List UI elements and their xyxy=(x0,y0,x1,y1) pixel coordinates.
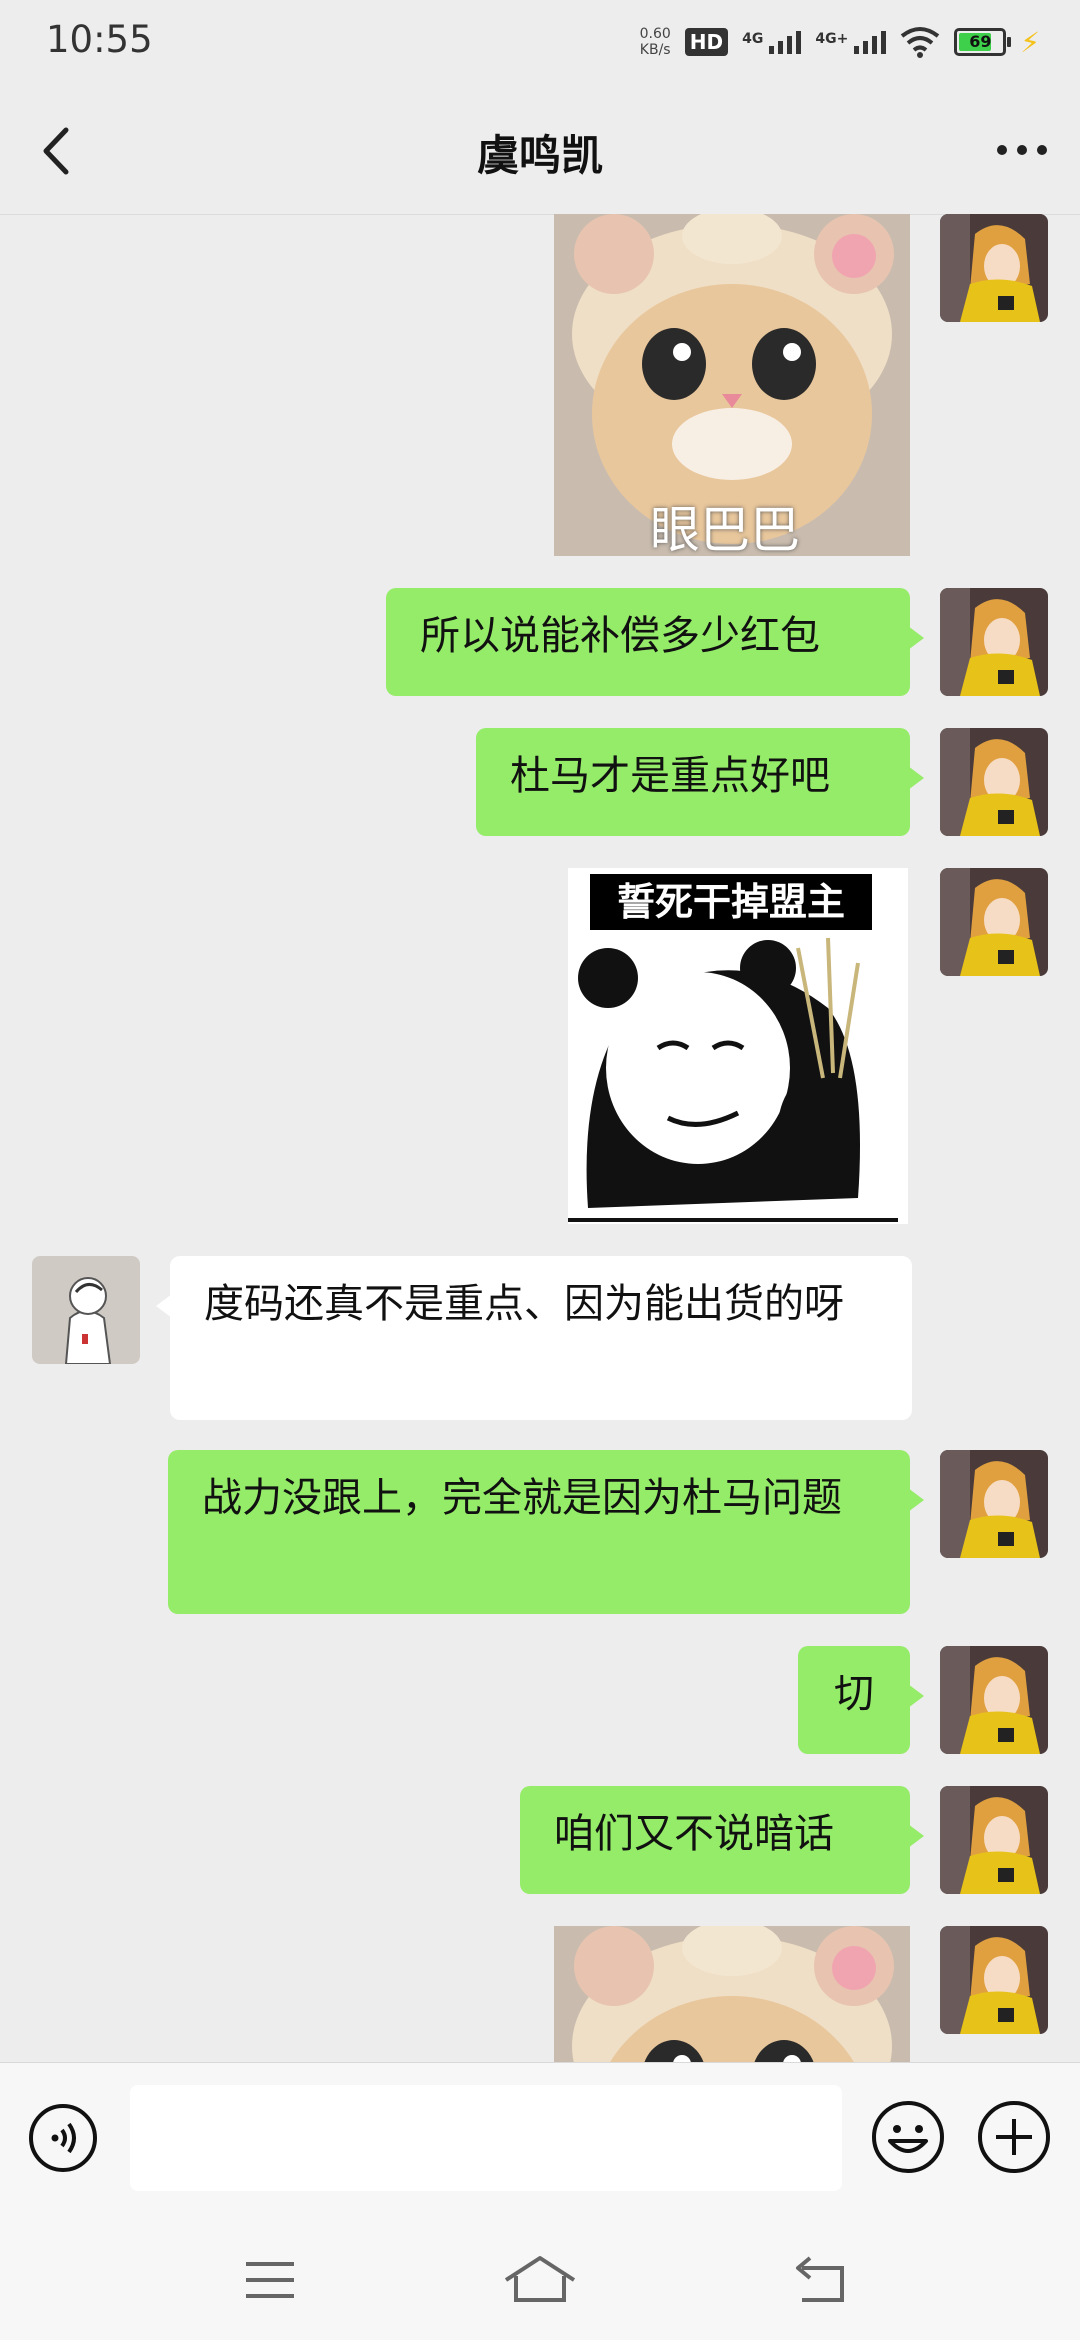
charging-icon: ⚡ xyxy=(1020,25,1040,59)
message-bubble[interactable]: 咱们又不说暗话 xyxy=(520,1786,924,1894)
emoji-icon xyxy=(872,2101,944,2173)
nav-back-button[interactable] xyxy=(782,2250,862,2310)
chevron-left-icon xyxy=(43,127,69,175)
menu-icon xyxy=(246,2262,294,2298)
message-row: 战力没跟上，完全就是因为杜马问题 xyxy=(0,1450,1080,1614)
sim2-network-label: 4G+ xyxy=(815,30,849,47)
network-speed-unit: KB/s xyxy=(639,42,671,58)
message-row: 眼巴巴 xyxy=(0,214,1080,556)
home-icon xyxy=(504,2256,576,2302)
status-icons: 0.60 KB/s HD 4G 4G+ 69 ⚡ xyxy=(640,20,1040,64)
message-bubble[interactable]: 切 xyxy=(798,1646,924,1754)
self-avatar[interactable] xyxy=(940,728,1048,836)
message-row: 咱们又不说暗话 xyxy=(0,1786,1080,1894)
message-row: 杜马才是重点好吧 xyxy=(0,728,1080,836)
status-bar: 10:55 0.60 KB/s HD 4G 4G+ 69 ⚡ xyxy=(0,0,1080,86)
friend-avatar[interactable] xyxy=(32,1256,140,1364)
message-row: 誓死干掉盟主 xyxy=(0,868,1080,1224)
self-avatar[interactable] xyxy=(940,214,1048,322)
plus-button[interactable] xyxy=(976,2099,1052,2175)
signal-sim1-icon: 4G xyxy=(742,30,802,54)
emoji-button[interactable] xyxy=(870,2099,946,2175)
sticker-image[interactable] xyxy=(554,1926,910,2062)
system-nav-bar xyxy=(0,2210,1080,2340)
message-bubble[interactable]: 杜马才是重点好吧 xyxy=(476,728,924,836)
sticker-image[interactable]: 誓死干掉盟主 xyxy=(568,868,910,1224)
message-bubble[interactable]: 度码还真不是重点、因为能出货的呀 xyxy=(156,1256,912,1420)
sticker-caption: 眼巴巴 xyxy=(650,501,800,556)
plus-icon xyxy=(978,2101,1050,2173)
self-avatar[interactable] xyxy=(940,1926,1048,2034)
network-speed-value: 0.60 xyxy=(639,26,671,42)
recents-button[interactable] xyxy=(230,2250,310,2310)
home-button[interactable] xyxy=(500,2250,580,2310)
hd-icon: HD xyxy=(684,28,729,56)
chat-header: 虞鸣凯 xyxy=(0,86,1080,215)
back-button[interactable] xyxy=(28,116,88,186)
network-speed: 0.60 KB/s xyxy=(640,26,671,58)
back-icon xyxy=(796,2256,844,2302)
message-row xyxy=(0,1926,1080,2062)
more-dots-icon xyxy=(997,145,1047,155)
input-bar xyxy=(0,2062,1080,2211)
sticker-caption: 誓死干掉盟主 xyxy=(590,874,872,930)
battery-icon: 69 xyxy=(954,28,1012,56)
voice-button[interactable] xyxy=(28,2103,98,2173)
message-input[interactable] xyxy=(130,2085,842,2191)
page-title: 虞鸣凯 xyxy=(476,131,603,180)
message-list[interactable]: 眼巴巴 所以说能补偿多少红包 杜马才是重点好吧 誓死干掉盟主 度码还真不是重点、… xyxy=(0,214,1080,2062)
message-bubble[interactable]: 战力没跟上，完全就是因为杜马问题 xyxy=(168,1450,924,1614)
self-avatar[interactable] xyxy=(940,1786,1048,1894)
signal-sim2-icon: 4G+ xyxy=(815,30,887,54)
message-bubble[interactable]: 所以说能补偿多少红包 xyxy=(386,588,924,696)
status-time: 10:55 xyxy=(46,18,153,61)
battery-level: 69 xyxy=(969,32,992,51)
message-row: 所以说能补偿多少红包 xyxy=(0,588,1080,696)
sticker-image[interactable]: 眼巴巴 xyxy=(554,214,910,556)
message-row: 切 xyxy=(0,1646,1080,1754)
self-avatar[interactable] xyxy=(940,868,1048,976)
cat-sticker-icon xyxy=(554,1926,910,2062)
voice-input-icon xyxy=(29,2104,97,2172)
self-avatar[interactable] xyxy=(940,1646,1048,1754)
more-button[interactable] xyxy=(990,122,1054,178)
self-avatar[interactable] xyxy=(940,1450,1048,1558)
self-avatar[interactable] xyxy=(940,588,1048,696)
wifi-icon xyxy=(901,27,940,58)
message-row: 度码还真不是重点、因为能出货的呀 xyxy=(0,1256,1080,1420)
sim1-network-label: 4G xyxy=(742,30,764,47)
